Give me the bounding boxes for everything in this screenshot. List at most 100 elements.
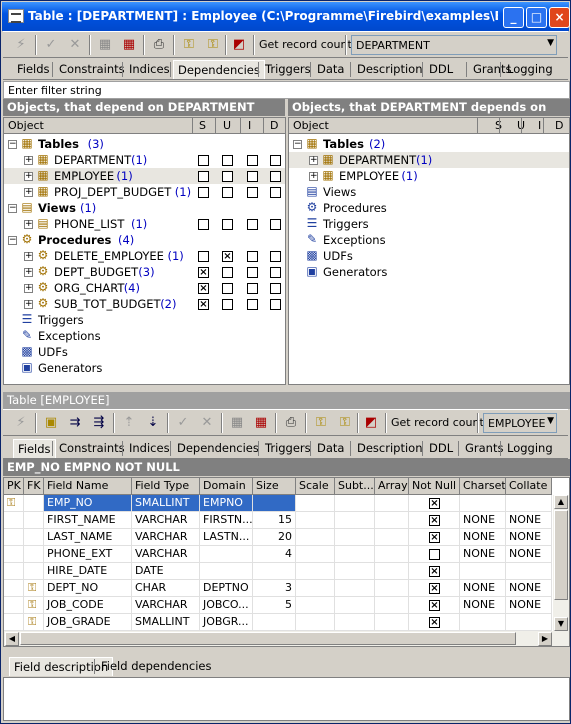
grid-cell[interactable]: 15 xyxy=(253,512,296,529)
grid-header-fk[interactable]: FK xyxy=(24,478,44,495)
tree-group-triggers[interactable]: ☰ Triggers xyxy=(4,312,285,328)
tree-group-procedures[interactable]: ⚙ Procedures xyxy=(289,200,569,216)
grid-header-field-name[interactable]: Field Name xyxy=(44,478,132,495)
tree-group-exceptions[interactable]: ✎ Exceptions xyxy=(289,232,569,248)
tab-dependencies[interactable]: Dependencies xyxy=(173,439,263,457)
grid-cell[interactable]: NONE xyxy=(506,580,552,597)
grid-cell[interactable]: HIRE_DATE xyxy=(44,563,132,580)
expand-icon[interactable]: + xyxy=(24,300,33,309)
grid-cell[interactable] xyxy=(506,563,552,580)
perm-i-checkbox[interactable] xyxy=(247,155,258,166)
grid-cell[interactable]: LAST_NAME xyxy=(44,529,132,546)
perm-u-checkbox[interactable] xyxy=(222,267,233,278)
tab-triggers[interactable]: Triggers xyxy=(261,60,315,78)
perm-s-checkbox[interactable] xyxy=(198,155,209,166)
grid-header-pk[interactable]: PK xyxy=(4,478,24,495)
tree-group-procedures[interactable]: − ⚙ Procedures (4) xyxy=(4,232,285,248)
grid-cell[interactable]: DEPTNO xyxy=(200,580,253,597)
move-down-icon[interactable]: ⇣ xyxy=(143,414,163,432)
perm-d-checkbox[interactable] xyxy=(270,299,281,310)
tab-description[interactable]: Description xyxy=(353,60,427,78)
grid-cell[interactable]: × xyxy=(409,563,460,580)
grid-header-not-null[interactable]: Not Null xyxy=(409,478,460,495)
perm-d-checkbox[interactable] xyxy=(270,171,281,182)
perm-u-checkbox[interactable] xyxy=(222,299,233,310)
grid-cell[interactable] xyxy=(375,614,409,631)
perm-i-checkbox[interactable] xyxy=(247,299,258,310)
grid-cell[interactable]: NONE xyxy=(460,529,506,546)
grid-cell[interactable]: EMP_NO xyxy=(44,495,132,512)
grid-cell[interactable] xyxy=(4,580,24,597)
tree-item[interactable]: + ⚙ DEPT_BUDGET (3) × xyxy=(4,264,285,280)
grid-cell[interactable] xyxy=(335,495,375,512)
perm-d-checkbox[interactable] xyxy=(270,187,281,198)
tree-group-triggers[interactable]: ☰ Triggers xyxy=(289,216,569,232)
collapse-icon[interactable]: − xyxy=(8,236,17,245)
tree-group-generators[interactable]: ▣ Generators xyxy=(289,264,569,280)
insert-field-icon[interactable]: ⇉ xyxy=(65,414,85,432)
grid-cell[interactable]: VARCHAR xyxy=(132,597,200,614)
tab-description[interactable]: Description xyxy=(353,439,427,457)
grid-cell[interactable]: CHAR xyxy=(132,580,200,597)
grid-cell[interactable] xyxy=(296,529,335,546)
grid-cell[interactable] xyxy=(253,614,296,631)
not-null-checkbox[interactable]: × xyxy=(429,515,440,526)
tree-group-udfs[interactable]: ▩ UDFs xyxy=(4,344,285,360)
grid-header-size[interactable]: Size xyxy=(253,478,296,495)
grid-cell[interactable]: VARCHAR xyxy=(132,546,200,563)
grid-cell[interactable] xyxy=(24,512,44,529)
grid-cell[interactable] xyxy=(4,614,24,631)
grid-cell[interactable]: NONE xyxy=(506,597,552,614)
key-table-icon[interactable]: ⚿ xyxy=(203,36,223,54)
tab-ddl[interactable]: DDL xyxy=(425,60,457,78)
cancel-icon[interactable]: ✕ xyxy=(65,36,85,54)
not-null-checkbox[interactable]: × xyxy=(429,566,440,577)
grid-header-scale[interactable]: Scale xyxy=(296,478,335,495)
grid-cell[interactable] xyxy=(335,614,375,631)
tree-item[interactable]: + ▦ EMPLOYEE (1) xyxy=(289,168,569,184)
grid-cell[interactable] xyxy=(375,580,409,597)
field-description-area[interactable] xyxy=(3,677,570,721)
expand-icon[interactable]: + xyxy=(24,172,33,181)
not-null-checkbox[interactable]: × xyxy=(429,600,440,611)
grid-cell[interactable] xyxy=(296,546,335,563)
grid-cell[interactable] xyxy=(375,512,409,529)
append-field-icon[interactable]: ⇶ xyxy=(89,414,109,432)
grid-cell[interactable]: SMALLINT xyxy=(132,495,200,512)
tab-fields[interactable]: Fields xyxy=(13,60,54,78)
tree-item[interactable]: + ▤ PHONE_LIST (1) xyxy=(4,216,285,232)
perm-i-checkbox[interactable] xyxy=(247,219,258,230)
grid-cell[interactable]: × xyxy=(409,495,460,512)
move-up-icon[interactable]: ⇡ xyxy=(119,414,139,432)
grid-cell[interactable] xyxy=(409,546,460,563)
title-bar[interactable]: Table : [DEPARTMENT] : Employee (C:\Prog… xyxy=(2,2,570,31)
grid-cell[interactable]: × xyxy=(409,529,460,546)
not-null-checkbox[interactable]: × xyxy=(429,498,440,509)
tab-logging[interactable]: Logging xyxy=(503,60,557,78)
scroll-left-icon[interactable]: ◀ xyxy=(5,632,19,646)
grid-header-array[interactable]: Array xyxy=(375,478,409,495)
collapse-icon[interactable]: − xyxy=(293,140,302,149)
grid-header-subt-[interactable]: Subt... xyxy=(335,478,375,495)
expand-icon[interactable]: + xyxy=(24,188,33,197)
grid-cell[interactable] xyxy=(296,495,335,512)
expand-icon[interactable]: + xyxy=(24,156,33,165)
tree-group-views[interactable]: − ▤ Views (1) xyxy=(4,200,285,216)
perm-s-checkbox[interactable] xyxy=(198,187,209,198)
tree-group-generators[interactable]: ▣ Generators xyxy=(4,360,285,376)
tab-data[interactable]: Data xyxy=(313,60,348,78)
horizontal-scroll-thumb[interactable] xyxy=(20,632,516,645)
grid-cell[interactable]: JOBCO... xyxy=(200,597,253,614)
chart-icon[interactable]: ◩ xyxy=(361,414,381,432)
expand-icon[interactable]: + xyxy=(24,252,33,261)
chart-icon[interactable]: ◩ xyxy=(229,36,249,54)
tree-item[interactable]: + ⚙ SUB_TOT_BUDGET (2) × xyxy=(4,296,285,312)
perm-i-checkbox[interactable] xyxy=(247,283,258,294)
grid-cell[interactable] xyxy=(460,614,506,631)
grid-icon[interactable]: ▦ xyxy=(95,36,115,54)
grid-cell[interactable] xyxy=(335,563,375,580)
grid-cell[interactable]: FIRSTN... xyxy=(200,512,253,529)
perm-i-checkbox[interactable] xyxy=(247,187,258,198)
grid-cell[interactable]: PHONE_EXT xyxy=(44,546,132,563)
scroll-right-icon[interactable]: ▶ xyxy=(538,632,552,646)
